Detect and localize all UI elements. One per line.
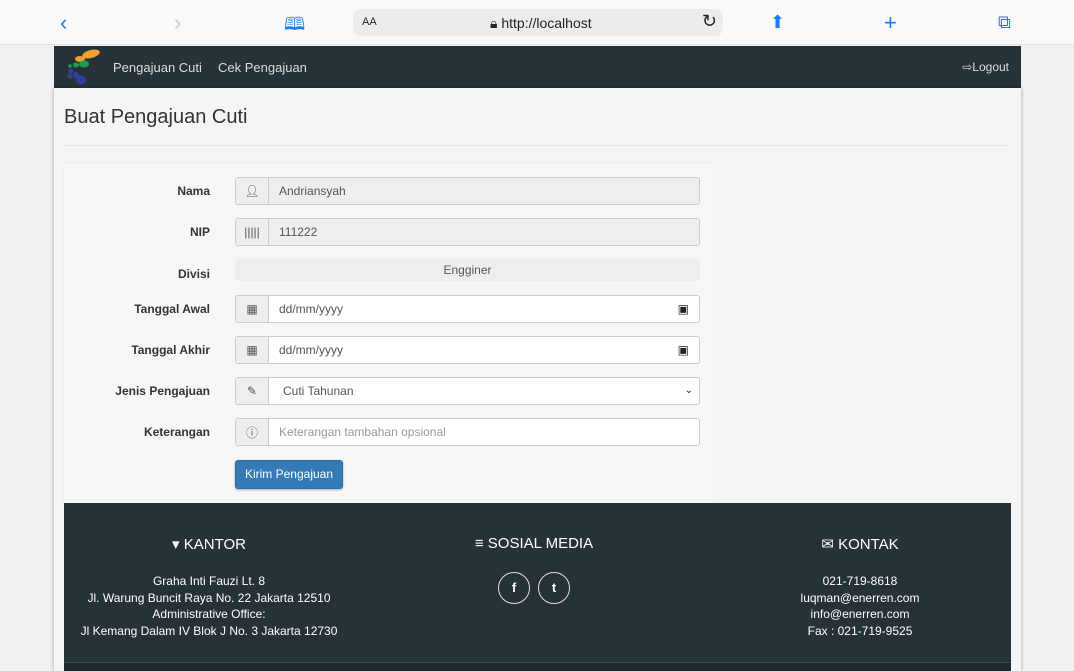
logout-icon: ⇨ [962,60,973,74]
bookmarks-icon[interactable]: 🕮 [284,12,305,42]
divisi-input[interactable]: Engginer [235,259,700,281]
facebook-icon[interactable]: f [498,572,530,604]
new-tab-icon[interactable]: + [884,10,897,36]
submit-button[interactable]: Kirim Pengajuan [235,460,343,489]
address-bar[interactable]: AA 🔒︎ http://localhost ↻ [353,9,723,36]
nip-label: NIP [189,225,210,239]
nama-label: Nama [177,184,210,198]
date-picker-icon[interactable]: ▣ [678,296,689,322]
reload-icon[interactable]: ↻ [702,11,717,32]
divisi-label: Divisi [177,267,210,281]
forward-icon[interactable]: › [174,10,181,36]
leave-form: Nama 👤︎ Andriansyah NIP ||||| 111222 Divis… [64,163,713,503]
nip-input[interactable]: 111222 [269,219,699,245]
text-size-button[interactable]: AA [362,16,377,28]
nav-cek-pengajuan[interactable]: Cek Pengajuan [218,60,307,75]
address-line: Jl. Warung Buncit Raya No. 22 Jakarta 12… [87,590,331,605]
main-panel: Buat Pengajuan Cuti Nama 👤︎ Andriansyah N… [54,88,1021,671]
user-icon: 👤︎ [236,178,269,204]
contact-line: 021-719-8618 [822,574,898,588]
address-line: Graha Inti Fauzi Lt. 8 [152,574,266,588]
keterangan-label: Keterangan [143,425,210,439]
jenis-select[interactable]: Cuti Tahunan ⌄ [269,378,699,404]
back-icon[interactable]: ‹ [60,10,67,36]
share-icon[interactable]: ⬆︎ [770,12,785,33]
rss-icon: ≡ [474,535,488,552]
info-icon: ⓘ [236,419,269,445]
calendar-icon: ▦ [236,296,269,322]
company-logo[interactable] [66,49,102,85]
keterangan-input[interactable]: Keterangan tambahan opsional [269,419,699,445]
contact-email[interactable]: luqman@enerren.com [710,590,1010,607]
lock-icon: 🔒︎ [490,15,502,31]
kontak-heading: KONTAK [838,536,899,553]
twitter-icon[interactable]: t [538,572,570,604]
page-title: Buat Pengajuan Cuti [64,106,248,128]
address-line: Jl Kemang Dalam IV Blok J No. 3 Jakarta … [80,623,338,638]
contact-line: Fax : 021-719-9525 [807,623,913,638]
tabs-icon[interactable]: ⧉ [998,12,1011,33]
pencil-icon: ✎ [236,378,269,404]
nama-input[interactable]: Andriansyah [269,178,699,204]
calendar-icon: ▦ [236,337,269,363]
kantor-heading: KANTOR [183,536,246,553]
jenis-label: Jenis Pengajuan [115,384,210,398]
footer: ▾ KANTOR Graha Inti Fauzi Lt. 8 Jl. Waru… [64,503,1011,671]
barcode-icon: ||||| [236,219,269,245]
url-text: http://localhost [501,15,592,31]
address-line: Administrative Office: [152,607,266,621]
tanggal-awal-label: Tanggal Awal [134,302,210,316]
date-picker-icon[interactable]: ▣ [678,337,689,363]
envelope-icon: ✉ [821,536,839,553]
nav-pengajuan-cuti[interactable]: Pengajuan Cuti [113,60,202,75]
tanggal-akhir-input[interactable]: dd/mm/yyyy ▣ [269,337,699,363]
divider [64,145,1007,146]
sosial-heading: SOSIAL MEDIA [487,535,594,552]
chevron-down-icon: ⌄ [684,385,693,396]
browser-toolbar: ‹ › 🕮 AA 🔒︎ http://localhost ↻ ⬆︎ + ⧉ [0,0,1074,45]
footer-bottom-bar [64,662,1011,671]
logout-link[interactable]: ⇨Logout [962,60,1009,74]
map-marker-icon: ▾ [172,536,184,553]
navbar: Pengajuan Cuti Cek Pengajuan ⇨Logout [54,46,1021,88]
tanggal-akhir-label: Tanggal Akhir [131,343,210,357]
tanggal-awal-input[interactable]: dd/mm/yyyy ▣ [269,296,699,322]
contact-email[interactable]: info@enerren.com [710,606,1010,623]
